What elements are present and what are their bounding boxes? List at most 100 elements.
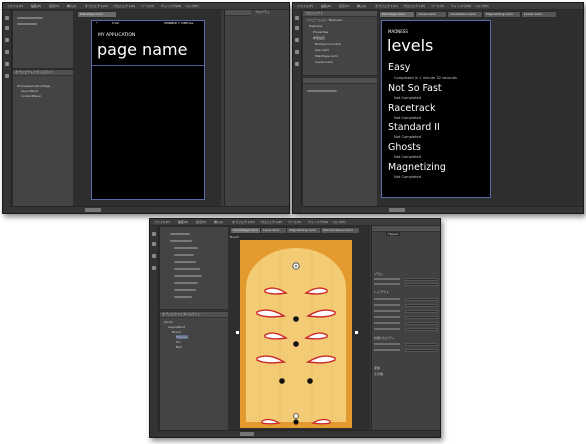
- design-canvas[interactable]: MainPage.xaml Levels.xaml LevelsMenu.xam…: [377, 10, 583, 206]
- menu-window[interactable]: ウィンドウ(W): [161, 3, 181, 9]
- menu-project[interactable]: プロジェクト(P): [260, 219, 282, 225]
- tree-row[interactable]: [170, 233, 190, 235]
- brush-tool-icon[interactable]: [295, 62, 299, 66]
- menu-insert[interactable]: 挿入(I): [67, 3, 76, 9]
- objects-panel-tab[interactable]: [303, 78, 377, 84]
- zoom-controls[interactable]: [85, 208, 101, 212]
- level-name-ghosts[interactable]: Ghosts: [388, 142, 421, 153]
- zoom-tool-icon[interactable]: [5, 50, 9, 54]
- menu-insert[interactable]: 挿入(I): [214, 219, 223, 225]
- tab-levelsmenu[interactable]: LevelsMenu.xaml: [447, 11, 483, 18]
- shape-tool-icon[interactable]: [5, 74, 9, 78]
- tree-row[interactable]: [174, 254, 194, 256]
- menu-help[interactable]: ヘルプ(H): [185, 3, 199, 9]
- brush-tool-icon[interactable]: [5, 62, 9, 66]
- zoom-controls[interactable]: [389, 208, 405, 212]
- asset-row[interactable]: [17, 23, 37, 25]
- tab-gamepage[interactable]: GamePage.xaml: [230, 227, 262, 234]
- tree-item[interactable]: App.xaml: [315, 48, 329, 52]
- menu-help[interactable]: ヘルプ(H): [332, 219, 346, 225]
- menu-project[interactable]: プロジェクト(P): [113, 3, 135, 9]
- menu-tools[interactable]: ツール(T): [288, 219, 301, 225]
- zoom-controls[interactable]: [240, 432, 254, 436]
- tree-item[interactable]: Properties: [313, 30, 328, 34]
- tree-row[interactable]: [170, 240, 192, 242]
- menu-object[interactable]: オブジェクト(O): [85, 3, 108, 9]
- tree-row[interactable]: [174, 247, 198, 249]
- tab-standardlevel[interactable]: StandardLevel.xaml: [320, 227, 360, 234]
- menu-window[interactable]: ウィンドウ(W): [308, 219, 328, 225]
- menu-file[interactable]: ファイル(F): [7, 3, 23, 9]
- menu-edit[interactable]: 編集(E): [321, 3, 331, 9]
- pen-tool-icon[interactable]: [152, 254, 156, 258]
- tree-item[interactable]: Background.xaml: [315, 42, 341, 46]
- phone-page[interactable]: * 5:00 VMSIBLE 7 VIRTUAL MY APPLICATION …: [91, 20, 205, 200]
- level-name-magnetizing[interactable]: Magnetizing: [388, 162, 446, 173]
- direct-select-tool-icon[interactable]: [152, 242, 156, 246]
- pen-tool-icon[interactable]: [5, 38, 9, 42]
- tree-item[interactable]: ContentPanel: [21, 94, 41, 98]
- zoom-tool-icon[interactable]: [152, 266, 156, 270]
- tree-item[interactable]: Levels.xaml: [315, 60, 333, 64]
- tree-row[interactable]: [174, 261, 196, 263]
- prop-row[interactable]: [374, 316, 438, 319]
- tab-magnetizing[interactable]: Magnetizing.xaml: [483, 11, 521, 18]
- menu-view[interactable]: 表示(V): [339, 3, 349, 9]
- tree-item[interactable]: Madness: [309, 24, 322, 28]
- zoom-tool-icon[interactable]: [295, 50, 299, 54]
- prop-row[interactable]: [374, 349, 438, 352]
- level-name-not-so-fast[interactable]: Not So Fast: [388, 83, 442, 94]
- menu-object[interactable]: オブジェクト(O): [375, 3, 398, 9]
- direct-select-tool-icon[interactable]: [295, 26, 299, 30]
- select-tool-icon[interactable]: [5, 16, 9, 20]
- menu-view[interactable]: 表示(V): [49, 3, 59, 9]
- tab-magnetizing[interactable]: Magnetizing.xaml: [286, 227, 322, 234]
- tree-item[interactable]: Board: [172, 330, 181, 334]
- menu-project[interactable]: プロジェクト(P): [403, 3, 425, 9]
- tree-item[interactable]: PhoneApplicationPage: [17, 84, 50, 88]
- tree-item[interactable]: ソリューション 'Madness': [306, 18, 343, 22]
- tree-row[interactable]: [174, 289, 196, 291]
- tree-item[interactable]: Pin: [176, 340, 180, 344]
- menu-tools[interactable]: ツール(T): [431, 3, 444, 9]
- tree-item[interactable]: MainPage.xaml: [315, 54, 338, 58]
- tree-row[interactable]: [307, 90, 337, 92]
- props-section[interactable]: 共通プロパティ: [374, 336, 395, 340]
- tree-item[interactable]: [Grid]: [164, 320, 173, 324]
- menu-insert[interactable]: 挿入(I): [357, 3, 366, 9]
- tree-item[interactable]: LayoutRoot: [168, 325, 185, 329]
- props-section[interactable]: レイアウト: [374, 290, 389, 294]
- menu-tools[interactable]: ツール(T): [141, 3, 154, 9]
- props-section[interactable]: ブラシ: [374, 272, 383, 276]
- menu-edit[interactable]: 編集(E): [178, 219, 188, 225]
- menu-file[interactable]: ファイル(F): [297, 3, 313, 9]
- props-section[interactable]: その他: [374, 372, 383, 376]
- tab-mainpage[interactable]: MainPage.xaml: [379, 11, 415, 18]
- properties-tab[interactable]: [372, 226, 440, 232]
- selection-handle[interactable]: [354, 330, 359, 335]
- asset-row[interactable]: [17, 17, 43, 19]
- menu-help[interactable]: ヘルプ(H): [475, 3, 489, 9]
- prop-row[interactable]: [374, 328, 438, 331]
- menu-file[interactable]: ファイル(F): [154, 219, 170, 225]
- selection-handle[interactable]: [235, 330, 240, 335]
- props-section[interactable]: 変換: [374, 366, 380, 370]
- prop-row[interactable]: [374, 283, 438, 286]
- tree-row[interactable]: [174, 282, 198, 284]
- select-tool-icon[interactable]: [152, 232, 156, 236]
- level-name-easy[interactable]: Easy: [388, 62, 410, 73]
- prop-row[interactable]: [374, 298, 438, 301]
- pinball-board[interactable]: [240, 240, 352, 428]
- tree-item[interactable]: 参照設定: [313, 36, 325, 40]
- tree-item[interactable]: Ball: [176, 345, 182, 349]
- level-name-racetrack[interactable]: Racetrack: [388, 103, 435, 114]
- prop-row[interactable]: [374, 304, 438, 307]
- menu-edit[interactable]: 編集(E): [31, 3, 41, 9]
- phone-page[interactable]: MADNESS levels Easy Completed in 1 minut…: [381, 20, 491, 198]
- menu-object[interactable]: オブジェクト(O): [232, 219, 255, 225]
- prop-row[interactable]: [374, 310, 438, 313]
- prop-row[interactable]: [374, 278, 438, 281]
- tree-row[interactable]: [174, 268, 200, 270]
- direct-select-tool-icon[interactable]: [5, 26, 9, 30]
- level-name-standard-ii[interactable]: Standard II: [388, 122, 440, 133]
